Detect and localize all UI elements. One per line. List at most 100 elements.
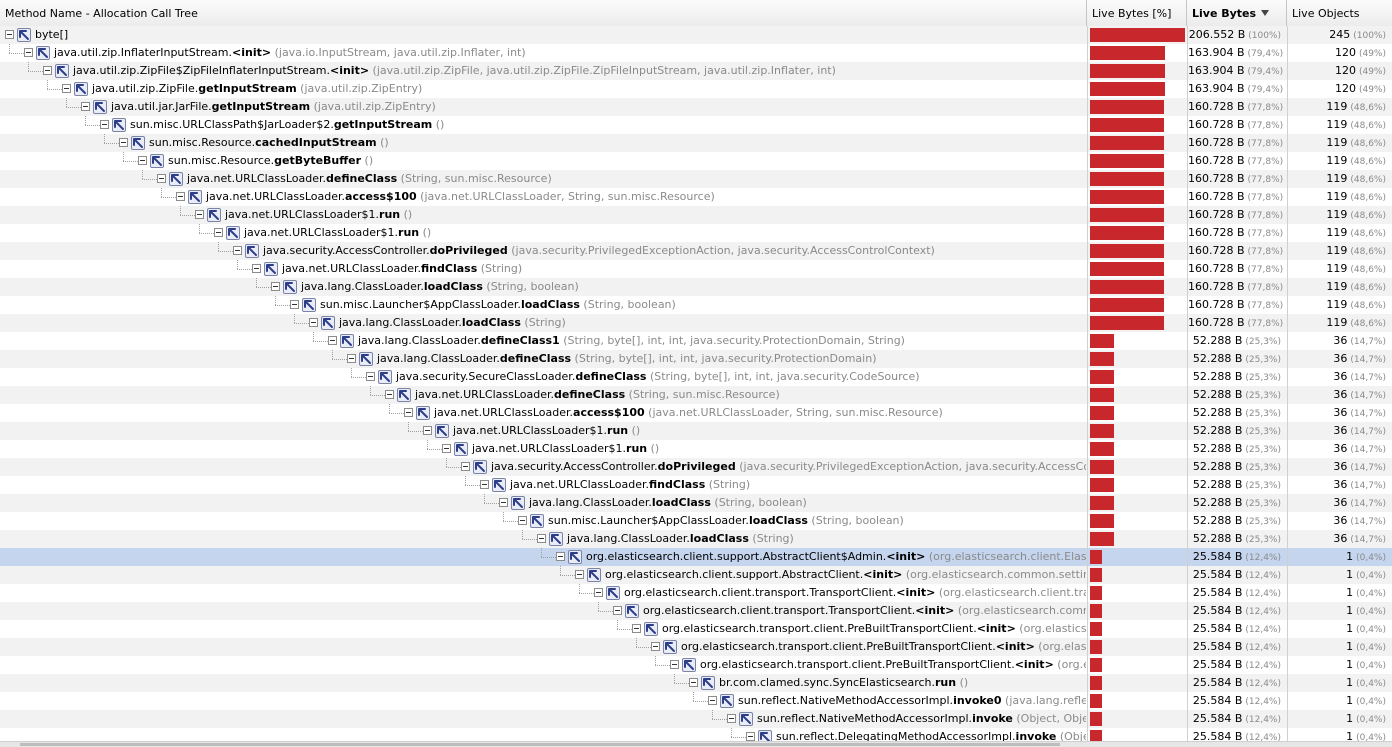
- tree-row[interactable]: java.net.URLClassLoader.access$100 (java…: [0, 404, 1392, 422]
- tree-row[interactable]: java.net.URLClassLoader.defineClass (Str…: [0, 170, 1392, 188]
- collapse-toggle-icon[interactable]: [233, 246, 242, 255]
- tree-row[interactable]: java.lang.ClassLoader.loadClass (String)…: [0, 314, 1392, 332]
- tree-row[interactable]: java.net.URLClassLoader$1.run () 160.728 …: [0, 224, 1392, 242]
- collapse-toggle-icon[interactable]: [5, 30, 14, 39]
- tree-row[interactable]: java.lang.ClassLoader.defineClass1 (Stri…: [0, 332, 1392, 350]
- collapse-toggle-icon[interactable]: [689, 678, 698, 687]
- collapse-toggle-icon[interactable]: [328, 336, 337, 345]
- collapse-toggle-icon[interactable]: [461, 462, 470, 471]
- method-signature: (): [361, 154, 374, 167]
- tree-row[interactable]: byte[] 206.552 B (100%) 245 (100%): [0, 26, 1392, 44]
- collapse-toggle-icon[interactable]: [81, 102, 90, 111]
- tree-row[interactable]: org.elasticsearch.transport.client.PreBu…: [0, 656, 1392, 674]
- live-objects-percent: (0,4%): [1356, 715, 1386, 725]
- collapse-toggle-icon[interactable]: [195, 210, 204, 219]
- tree-row[interactable]: java.net.URLClassLoader.defineClass (Str…: [0, 386, 1392, 404]
- method-signature: (java.lang.reflect.Method: [1005, 694, 1086, 707]
- collapse-toggle-icon[interactable]: [309, 318, 318, 327]
- tree-connector: [161, 197, 176, 198]
- collapse-toggle-icon[interactable]: [43, 66, 52, 75]
- collapse-toggle-icon[interactable]: [518, 516, 527, 525]
- live-bytes-cell: 52.288 B (25,3%): [1187, 494, 1287, 512]
- collapse-toggle-icon[interactable]: [366, 372, 375, 381]
- collapse-toggle-icon[interactable]: [271, 282, 280, 291]
- tree-row[interactable]: java.net.URLClassLoader.findClass (Strin…: [0, 260, 1392, 278]
- collapse-toggle-icon[interactable]: [499, 498, 508, 507]
- column-header-live-bytes-percent[interactable]: Live Bytes [%]: [1087, 0, 1187, 26]
- collapse-toggle-icon[interactable]: [423, 426, 432, 435]
- tree-row[interactable]: java.net.URLClassLoader$1.run () 52.288 B…: [0, 440, 1392, 458]
- tree-connector: [446, 467, 461, 468]
- collapse-toggle-icon[interactable]: [385, 390, 394, 399]
- live-objects-value: 119: [1326, 280, 1348, 293]
- collapse-toggle-icon[interactable]: [708, 696, 717, 705]
- collapse-toggle-icon[interactable]: [62, 84, 71, 93]
- horizontal-scrollbar[interactable]: [0, 741, 1392, 747]
- tree-row[interactable]: org.elasticsearch.client.transport.Trans…: [0, 602, 1392, 620]
- tree-connector: [655, 665, 670, 666]
- tree-row[interactable]: org.elasticsearch.client.support.Abstrac…: [0, 566, 1392, 584]
- tree-row[interactable]: java.util.jar.JarFile.getInputStream (ja…: [0, 98, 1392, 116]
- tree-row[interactable]: sun.misc.Resource.getByteBuffer () 160.72…: [0, 152, 1392, 170]
- tree-row[interactable]: java.util.zip.InflaterInputStream.<init>…: [0, 44, 1392, 62]
- collapse-toggle-icon[interactable]: [119, 138, 128, 147]
- tree-row[interactable]: java.net.URLClassLoader$1.run () 52.288 B…: [0, 422, 1392, 440]
- tree-row[interactable]: sun.misc.URLClassPath$JarLoader$2.getInp…: [0, 116, 1392, 134]
- collapse-toggle-icon[interactable]: [347, 354, 356, 363]
- live-objects-cell: 119 (48,6%): [1287, 98, 1392, 116]
- tree-row[interactable]: sun.reflect.NativeMethodAccessorImpl.inv…: [0, 692, 1392, 710]
- collapse-toggle-icon[interactable]: [651, 642, 660, 651]
- tree-row[interactable]: java.lang.ClassLoader.loadClass (String)…: [0, 530, 1392, 548]
- collapse-toggle-icon[interactable]: [594, 588, 603, 597]
- collapse-toggle-icon[interactable]: [746, 732, 755, 741]
- allocation-arrow-icon: [283, 280, 297, 294]
- tree-row[interactable]: java.security.AccessController.doPrivile…: [0, 458, 1392, 476]
- collapse-toggle-icon[interactable]: [138, 156, 147, 165]
- collapse-toggle-icon[interactable]: [100, 120, 109, 129]
- collapse-toggle-icon[interactable]: [670, 660, 679, 669]
- method-signature: (java.util.zip.ZipEntry): [310, 100, 436, 113]
- tree-row[interactable]: br.com.clamed.sync.SyncElasticsearch.run…: [0, 674, 1392, 692]
- collapse-toggle-icon[interactable]: [290, 300, 299, 309]
- collapse-toggle-icon[interactable]: [632, 624, 641, 633]
- tree-row[interactable]: org.elasticsearch.client.support.Abstrac…: [0, 548, 1392, 566]
- collapse-toggle-icon[interactable]: [404, 408, 413, 417]
- tree-row[interactable]: java.net.URLClassLoader$1.run () 160.728 …: [0, 206, 1392, 224]
- tree-row[interactable]: java.security.SecureClassLoader.defineCl…: [0, 368, 1392, 386]
- collapse-toggle-icon[interactable]: [556, 552, 565, 561]
- tree-row[interactable]: org.elasticsearch.transport.client.PreBu…: [0, 620, 1392, 638]
- tree-row[interactable]: sun.misc.Launcher$AppClassLoader.loadCla…: [0, 296, 1392, 314]
- collapse-toggle-icon[interactable]: [727, 714, 736, 723]
- tree-connector: [313, 332, 314, 341]
- tree-row[interactable]: java.security.AccessController.doPrivile…: [0, 242, 1392, 260]
- live-bytes-bar: [1090, 46, 1165, 60]
- collapse-toggle-icon[interactable]: [442, 444, 451, 453]
- tree-row[interactable]: java.lang.ClassLoader.loadClass (String,…: [0, 494, 1392, 512]
- collapse-toggle-icon[interactable]: [24, 48, 33, 57]
- collapse-toggle-icon[interactable]: [537, 534, 546, 543]
- column-header-method[interactable]: Method Name - Allocation Call Tree: [0, 0, 1087, 26]
- collapse-toggle-icon[interactable]: [613, 606, 622, 615]
- tree-row[interactable]: java.lang.ClassLoader.loadClass (String,…: [0, 278, 1392, 296]
- tree-row[interactable]: org.elasticsearch.client.transport.Trans…: [0, 584, 1392, 602]
- collapse-toggle-icon[interactable]: [575, 570, 584, 579]
- tree-row[interactable]: sun.misc.Launcher$AppClassLoader.loadCla…: [0, 512, 1392, 530]
- collapse-toggle-icon[interactable]: [480, 480, 489, 489]
- tree-row[interactable]: java.net.URLClassLoader.findClass (Strin…: [0, 476, 1392, 494]
- column-header-live-objects[interactable]: Live Objects: [1287, 0, 1392, 26]
- live-objects-percent: (0,4%): [1356, 589, 1386, 599]
- class-name: java.util.zip.ZipFile.: [92, 82, 199, 95]
- collapse-toggle-icon[interactable]: [252, 264, 261, 273]
- tree-row[interactable]: java.lang.ClassLoader.defineClass (Strin…: [0, 350, 1392, 368]
- tree-row[interactable]: sun.misc.Resource.cachedInputStream () 16…: [0, 134, 1392, 152]
- tree-row[interactable]: java.net.URLClassLoader.access$100 (java…: [0, 188, 1392, 206]
- column-header-live-bytes[interactable]: Live Bytes: [1187, 0, 1287, 26]
- tree-row[interactable]: sun.reflect.NativeMethodAccessorImpl.inv…: [0, 710, 1392, 728]
- collapse-toggle-icon[interactable]: [157, 174, 166, 183]
- collapse-toggle-icon[interactable]: [176, 192, 185, 201]
- tree-row[interactable]: java.util.zip.ZipFile$ZipFileInflaterInp…: [0, 62, 1392, 80]
- collapse-toggle-icon[interactable]: [214, 228, 223, 237]
- tree-row[interactable]: java.util.zip.ZipFile.getInputStream (ja…: [0, 80, 1392, 98]
- tree-row[interactable]: org.elasticsearch.transport.client.PreBu…: [0, 638, 1392, 656]
- live-objects-cell: 36 (14,7%): [1287, 404, 1392, 422]
